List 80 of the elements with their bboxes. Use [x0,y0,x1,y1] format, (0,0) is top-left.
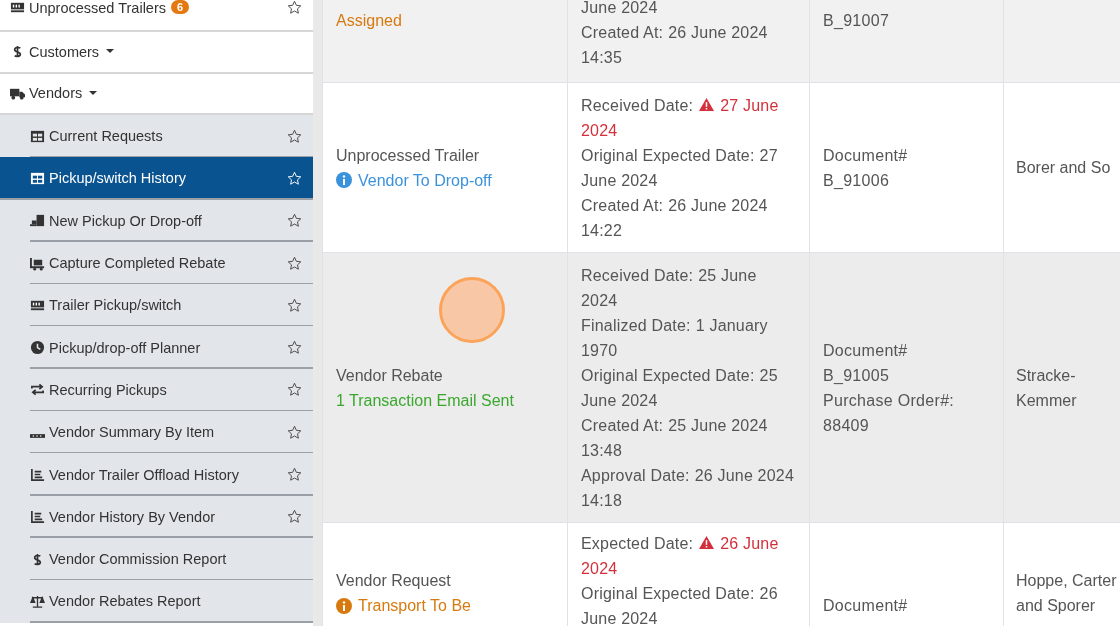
document-text: B_91007 [823,11,890,31]
ruler-icon [30,434,45,439]
date-line: Created At: 25 June 2024 13:48 [581,415,769,461]
date-line: Original Expected Date: 25 June 2024 [581,365,779,411]
sidebar-item[interactable]: Pickup/drop-off Planner [0,326,313,369]
star-icon[interactable] [287,213,302,229]
star-icon[interactable] [287,467,302,482]
date-line: Received Date: 25 June 2024 [581,265,758,311]
vendor-name: Borer and So [1016,158,1111,178]
sidebar-item[interactable]: Trailer Pickup/switch [0,284,313,327]
date-line: Approval Date: 26 June 2024 14:18 [581,465,796,511]
vendor-name: Stracke-Kemmer [1016,365,1078,411]
date-line: Original Expected Date: 27 June 2024 [581,145,779,191]
request-type: Vendor Rebate [336,365,444,386]
vendor-name: Hoppe, Carter and Sporer [1016,571,1118,616]
table-icon [30,170,45,186]
sidebar-item[interactable]: Recurring Pickups [0,368,313,412]
star-icon[interactable] [287,255,302,271]
status-text: Vendor To Drop-off [358,170,492,191]
item-label: Vendor Commission Report [49,551,227,568]
dolly-icon [30,213,45,229]
document-text: B_91006 [823,170,891,191]
item-label: Trailer Pickup/switch [49,297,182,314]
sidebar-item[interactable]: Vendor Summary By Item [0,411,313,454]
clock-icon [30,340,45,356]
star-icon[interactable] [287,424,302,440]
request-type: Vendor Request [336,571,452,591]
item-label: Pickup/switch History [49,170,186,187]
star-icon[interactable] [287,509,302,525]
date-line: Received Date: 27 June 2024 [581,95,780,141]
document-text: Document# [823,145,908,166]
sidebar-item[interactable]: Pickup/switch History [0,157,313,200]
item-label: Vendor Summary By Item [49,424,215,441]
item-label: Vendors [29,85,83,102]
date-line: Original Expected Date: 26 June 2024 [581,584,779,626]
date-line: Finalized Date: 1 January 1970 [581,315,769,361]
sidebar-item[interactable]: Vendor Trailer Offload History [0,453,313,496]
scale-icon [30,593,45,609]
star-icon[interactable] [287,0,302,15]
request-type: Unprocessed Trailer [336,145,481,166]
sidebar-item[interactable]: Unprocessed Trailers 6 [0,0,313,32]
trailer-icon [10,0,25,15]
sidebar-item[interactable]: Vendor Commission Report [0,537,313,581]
item-label: Current Requests [49,128,163,145]
status-text: 1 Transaction Email Sent [336,390,514,411]
date-line: June 2024 [581,0,659,18]
star-icon[interactable] [287,297,302,313]
item-label: Pickup/drop-off Planner [49,339,201,356]
item-label: Capture Completed Rebate [49,255,226,272]
item-label: Recurring Pickups [49,381,167,398]
table-icon [30,128,45,144]
item-label: Vendor Trailer Offload History [49,466,239,483]
document-text: Document# [823,340,909,361]
document-text: B_91005 [823,365,891,386]
date-line: Created At: 26 June 2024 14:35 [581,23,769,68]
star-icon[interactable] [287,340,302,356]
sidebar-item[interactable]: Vendor History By Vendor [0,495,313,538]
chart-icon [30,467,45,482]
star-icon[interactable] [287,382,302,398]
document-text: Document# [823,596,908,616]
sidebar-item[interactable]: Capture Completed Rebate [0,241,313,285]
sidebar-item[interactable]: Vendor Rebates Report [0,580,313,623]
count-badge: 6 [171,0,190,14]
chart-icon [30,509,45,525]
status-text: Assigned [336,11,402,31]
item-label: Unprocessed Trailers [29,0,166,16]
document-text: Purchase Order#: [823,390,955,411]
item-label: Vendor History By Vendor [49,508,216,525]
repeat-icon [30,382,45,398]
item-label: Customers [29,43,100,60]
sidebar-item[interactable]: Current Requests [0,115,313,158]
status-text: Transport To Be [358,596,471,616]
cart-icon [30,255,45,271]
item-label: Vendor Rebates Report [49,593,201,610]
sidebar-item[interactable]: New Pickup Or Drop-off [0,199,313,242]
date-line: Created At: 26 June 2024 14:22 [581,195,769,241]
item-label: New Pickup Or Drop-off [49,212,202,229]
star-icon[interactable] [287,128,302,144]
date-line: Expected Date: 26 June 2024 [581,534,780,579]
document-text: 88409 [823,415,870,436]
